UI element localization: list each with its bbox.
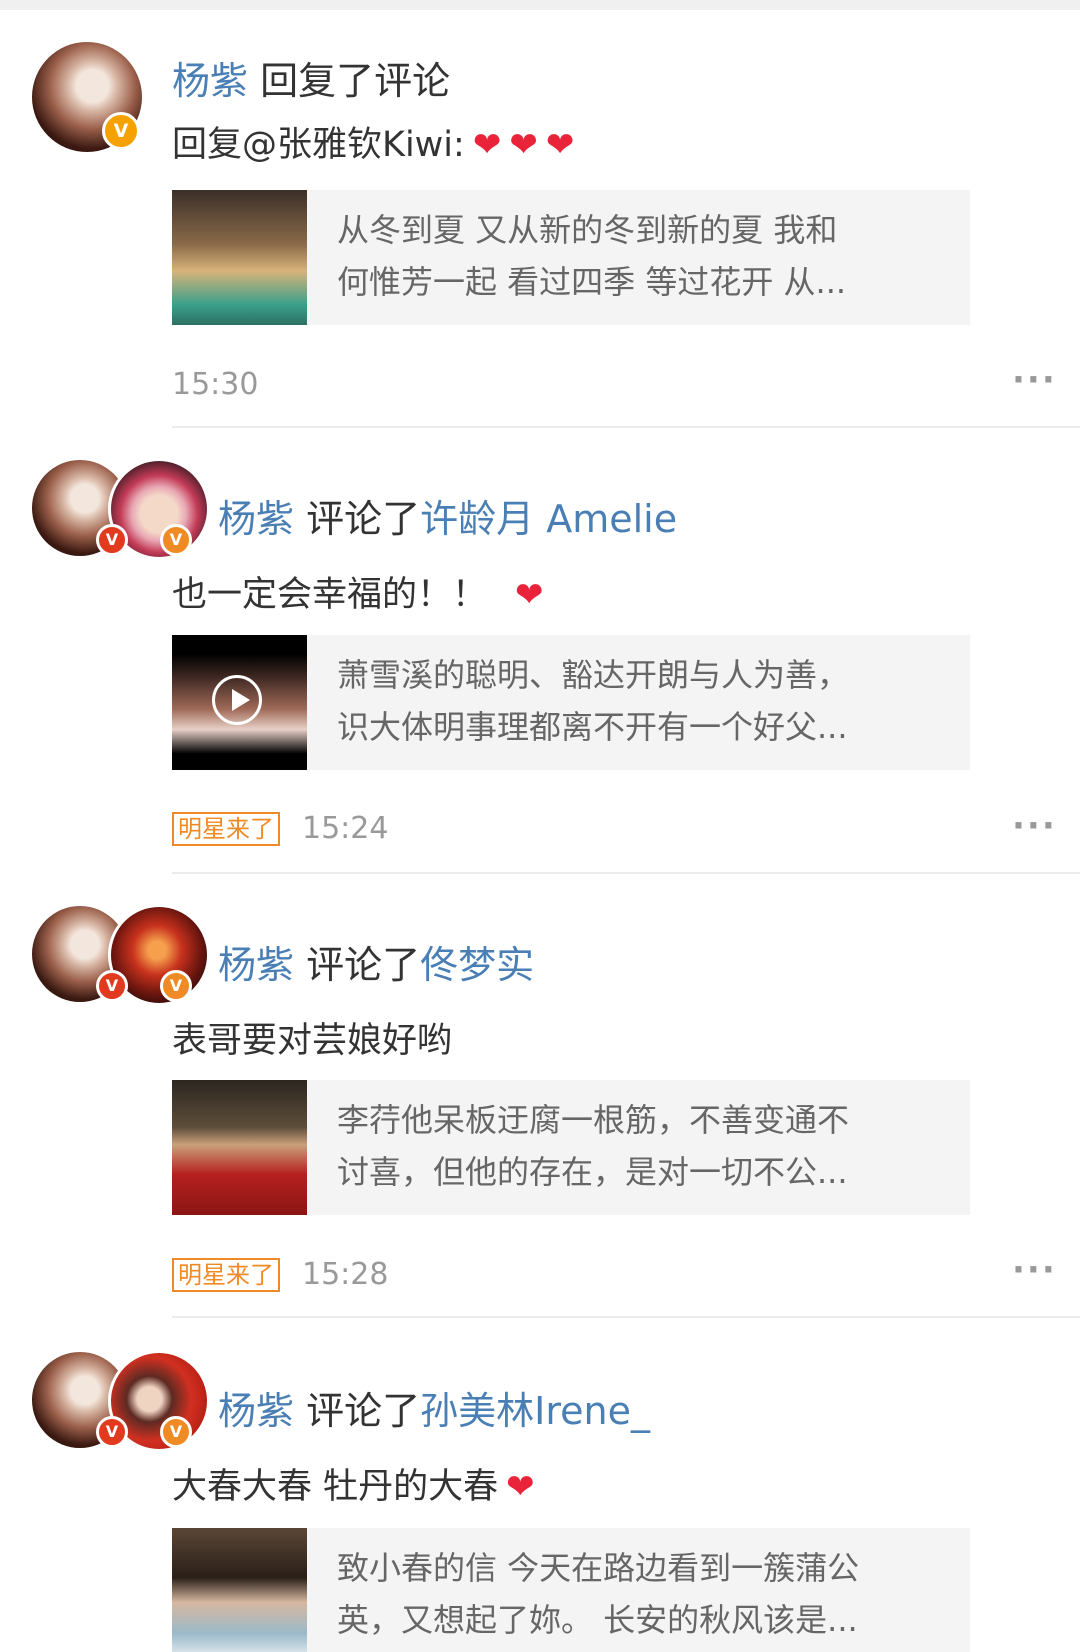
timestamp: 15:30 [172,367,259,402]
action-text: 评论了 [306,1389,421,1433]
quoted-post-card[interactable]: 致小春的信 今天在路边看到一簇蒲公 英，又想起了妳。 长安的秋风该是... [172,1528,970,1652]
verified-icon: V [160,1416,192,1448]
user-name[interactable]: 杨紫 [218,497,294,541]
quoted-line-2: 识大体明事理都离不开有一个好父... [337,708,848,746]
verified-icon: V [160,970,192,1002]
comment-body: 大春大春 牡丹的大春 [172,1467,499,1507]
more-dots-icon[interactable]: ··· [1012,360,1057,400]
quoted-line-1: 从冬到夏 又从新的冬到新的夏 我和 [337,211,838,249]
video-thumbnail [172,635,307,770]
target-user-name[interactable]: 孙美林Irene_ [420,1389,650,1433]
comment-body: 也一定会幸福的！！ [172,575,488,615]
comment-text: 回复@张雅钦Kiwi: ❤ ❤ ❤ [172,116,574,167]
heart-icon: ❤ [545,125,575,165]
divider [172,872,1080,874]
comment-body: 表哥要对芸娘好哟 [172,1021,453,1061]
post-thumbnail [172,1528,307,1652]
item-meta: 15:30 [172,366,258,402]
verified-icon: V [96,1416,128,1448]
comment-text: 大春大春 牡丹的大春 ❤ [172,1458,535,1509]
comment-body: 回复@张雅钦Kiwi: [172,125,465,165]
comment-text: 也一定会幸福的！！ ❤ [172,566,544,617]
quoted-post-card[interactable]: 李荇他呆板迂腐一根筋，不善变通不 讨喜，但他的存在，是对一切不公... [172,1080,970,1215]
item-title: 杨紫 回复了评论 [172,50,450,105]
quoted-line-1: 李荇他呆板迂腐一根筋，不善变通不 [337,1101,850,1139]
verified-icon: V [102,112,140,150]
user-name[interactable]: 杨紫 [172,59,248,103]
divider [172,1316,1080,1318]
play-circle-icon[interactable] [212,675,262,725]
quoted-post-card[interactable]: 从冬到夏 又从新的冬到新的夏 我和 何惟芳一起 看过四季 等过花开 从... [172,190,970,325]
quoted-line-2: 讨喜，但他的存在，是对一切不公... [337,1153,848,1191]
quoted-post-text: 从冬到夏 又从新的冬到新的夏 我和 何惟芳一起 看过四季 等过花开 从... [337,204,957,308]
star-tag-badge[interactable]: 明星来了 [172,811,280,846]
user-name[interactable]: 杨紫 [218,1389,294,1433]
more-dots-icon[interactable]: ··· [1012,806,1057,846]
comment-text: 表哥要对芸娘好哟 [172,1012,452,1063]
verified-icon: V [96,524,128,556]
quoted-line-1: 致小春的信 今天在路边看到一簇蒲公 [337,1549,860,1587]
action-text: 评论了 [306,943,421,987]
action-text: 回复了评论 [260,59,451,103]
heart-icon: ❤ [509,125,538,165]
verified-icon: V [160,524,192,556]
post-thumbnail [172,190,307,325]
quoted-line-1: 萧雪溪的聪明、豁达开朗与人为善， [337,656,850,694]
item-title: 杨紫 评论了孙美林Irene_ [218,1380,650,1435]
post-thumbnail [172,1080,307,1215]
heart-icon: ❤ [515,575,544,615]
quoted-post-text: 李荇他呆板迂腐一根筋，不善变通不 讨喜，但他的存在，是对一切不公... [337,1094,957,1198]
quoted-line-2: 英，又想起了妳。 长安的秋风该是... [337,1601,858,1639]
heart-icon: ❤ [506,1467,535,1507]
target-user-name[interactable]: 佟梦实 [420,943,534,987]
timestamp: 15:28 [302,1257,389,1292]
more-dots-icon[interactable]: ··· [1012,1250,1057,1290]
status-bar-strip [0,0,1080,10]
quoted-post-text: 萧雪溪的聪明、豁达开朗与人为善， 识大体明事理都离不开有一个好父... [337,649,957,753]
divider [172,426,1080,428]
item-title: 杨紫 评论了许龄月 Amelie [218,488,677,543]
user-name[interactable]: 杨紫 [218,943,294,987]
item-meta: 明星来了 15:28 [172,1256,388,1292]
action-text: 评论了 [306,497,421,541]
heart-icon: ❤ [472,125,502,165]
item-meta: 明星来了 15:24 [172,810,388,846]
target-user-name[interactable]: 许龄月 Amelie [420,497,677,541]
star-tag-badge[interactable]: 明星来了 [172,1257,280,1292]
timestamp: 15:24 [302,811,389,846]
item-title: 杨紫 评论了佟梦实 [218,934,534,989]
quoted-post-text: 致小春的信 今天在路边看到一簇蒲公 英，又想起了妳。 长安的秋风该是... [337,1542,957,1646]
verified-icon: V [96,970,128,1002]
quoted-post-card[interactable]: 萧雪溪的聪明、豁达开朗与人为善， 识大体明事理都离不开有一个好父... [172,635,970,770]
quoted-line-2: 何惟芳一起 看过四季 等过花开 从... [337,263,847,301]
